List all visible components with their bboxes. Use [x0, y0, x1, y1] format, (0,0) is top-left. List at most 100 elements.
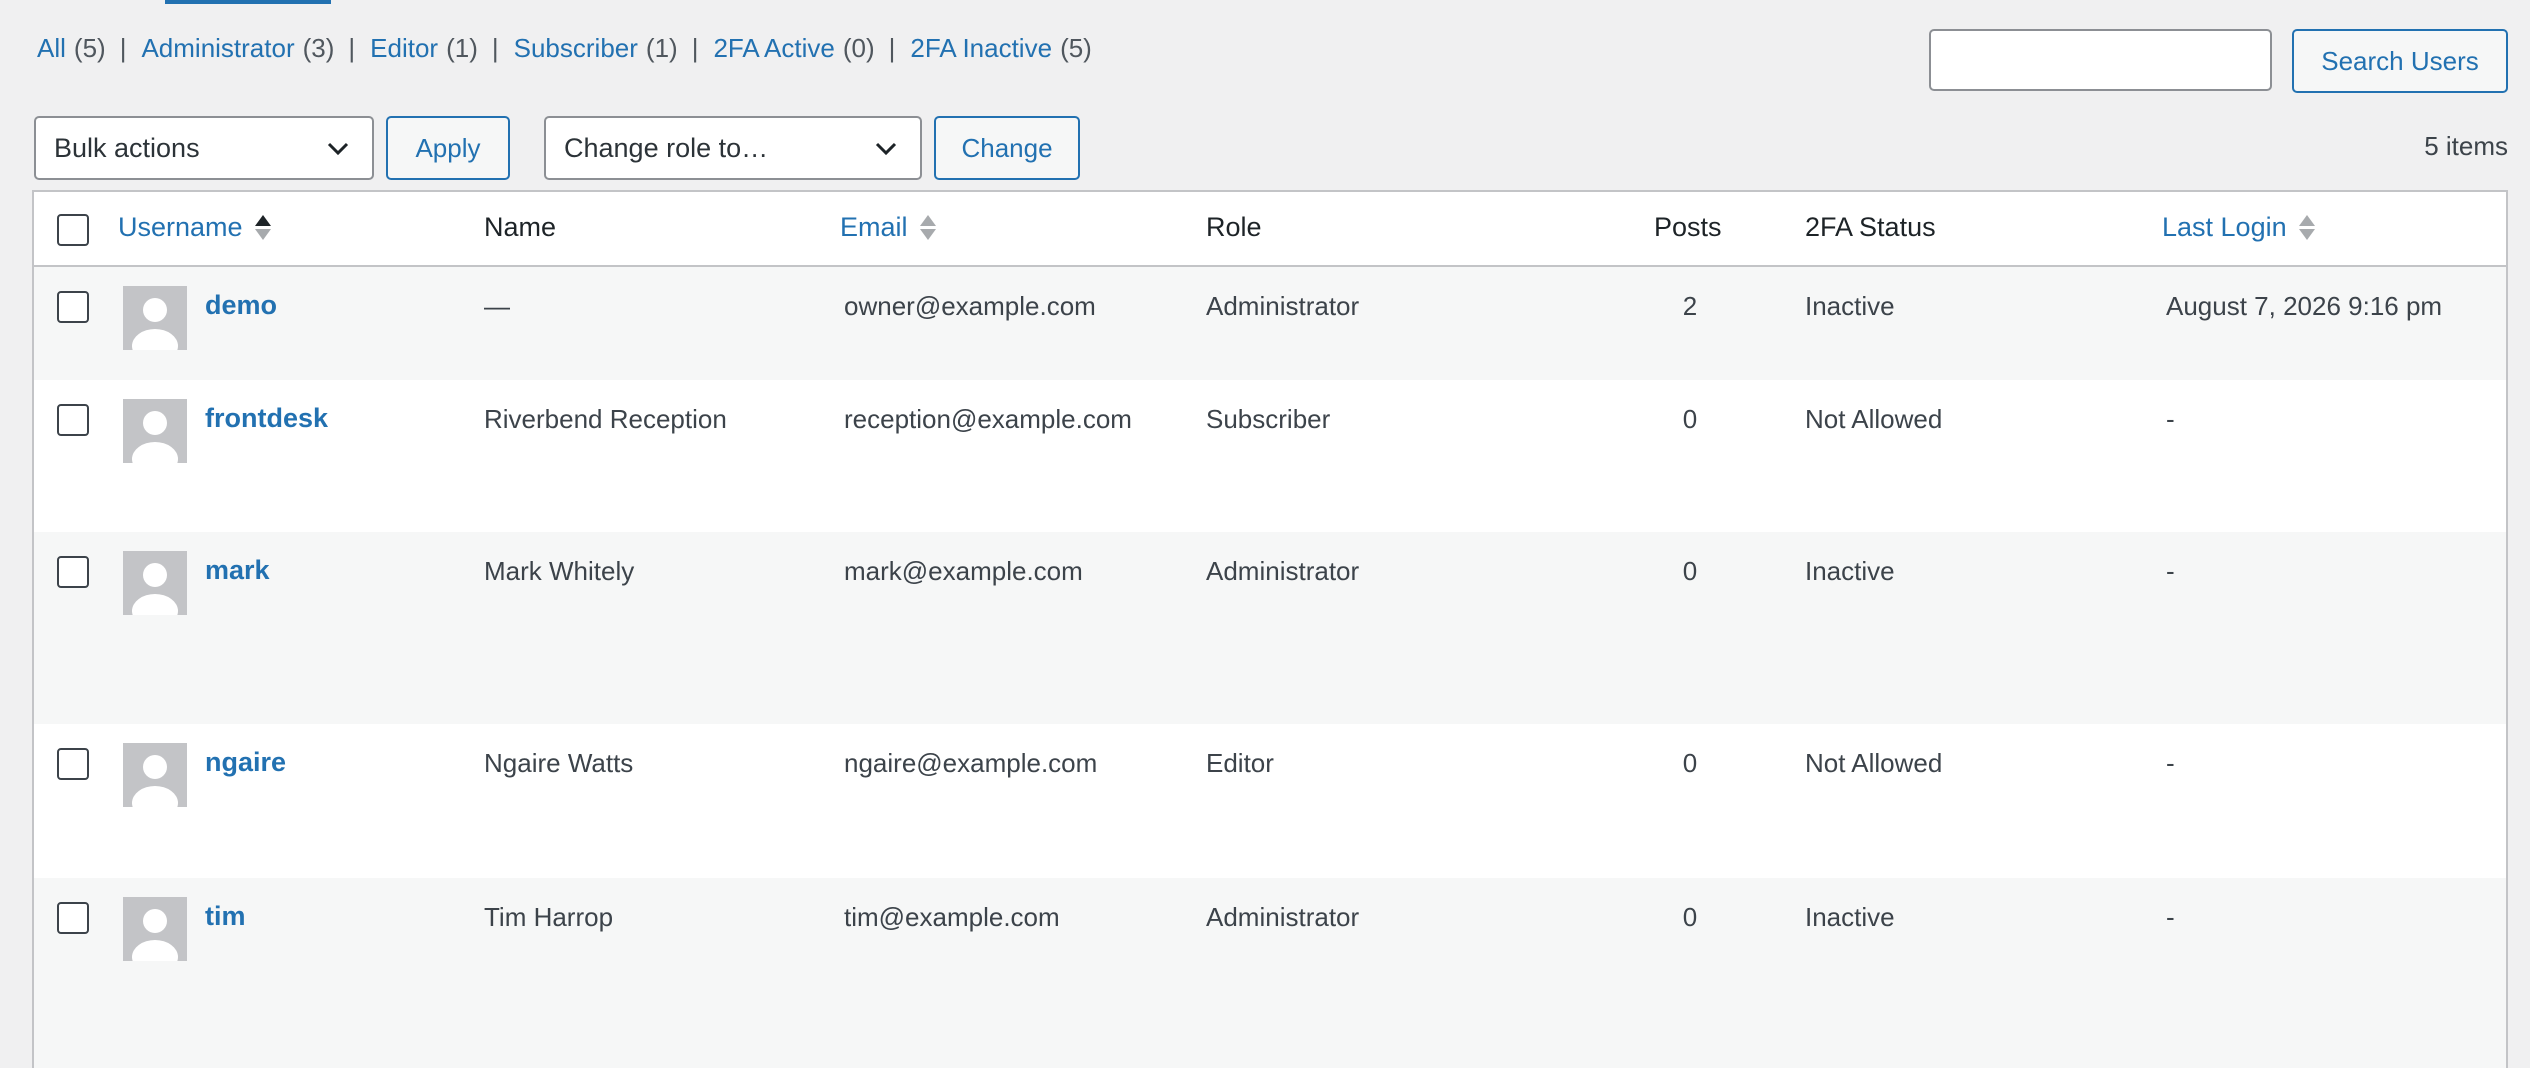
filter-separator: | [348, 33, 356, 63]
filter-all-link[interactable]: All [37, 33, 66, 64]
user-name: Tim Harrop [484, 902, 614, 932]
user-2fa-status: Inactive [1805, 902, 1895, 932]
user-role: Subscriber [1206, 404, 1331, 434]
filter-2fa-inactive-count: (5) [1060, 33, 1092, 63]
user-role: Administrator [1206, 556, 1360, 586]
username-column-label: Username [118, 212, 243, 242]
user-last-login: - [2166, 556, 2175, 586]
2fa-status-column-header: 2FA Status [1805, 212, 1936, 242]
avatar [123, 743, 187, 807]
user-posts: 0 [1682, 902, 1698, 932]
select-all-checkbox[interactable] [57, 214, 89, 246]
table-row: mark Mark Whitely mark@example.com Admin… [34, 532, 2506, 724]
filter-2fa-active-link[interactable]: 2FA Active [713, 33, 834, 64]
user-email-link[interactable]: owner@example.com [844, 291, 1096, 322]
user-name: Mark Whitely [484, 556, 635, 586]
filter-editor: Editor (1) | [370, 33, 513, 64]
user-posts-link[interactable]: 2 [1642, 291, 1738, 322]
user-name: — [484, 291, 510, 321]
filter-administrator: Administrator (3) | [141, 33, 370, 64]
avatar [123, 551, 187, 615]
user-email-link[interactable]: mark@example.com [844, 556, 1083, 587]
posts-column-header: Posts [1654, 212, 1722, 242]
filter-administrator-link[interactable]: Administrator [141, 33, 294, 64]
username-column-header[interactable]: Username [118, 212, 271, 243]
search-users-button[interactable]: Search Users [2292, 29, 2508, 93]
filter-administrator-count: (3) [302, 33, 335, 63]
default-avatar-icon [132, 909, 178, 961]
name-column-header: Name [484, 212, 557, 242]
user-role: Administrator [1206, 902, 1360, 932]
table-row: ngaire Ngaire Watts ngaire@example.com E… [34, 724, 2506, 878]
username-link[interactable]: frontdesk [205, 403, 328, 434]
user-name: Ngaire Watts [484, 748, 634, 778]
chevron-down-icon [875, 142, 897, 156]
email-column-label: Email [840, 212, 908, 242]
avatar [123, 897, 187, 961]
user-email-link[interactable]: reception@example.com [844, 404, 1132, 435]
user-email-link[interactable]: tim@example.com [844, 902, 1060, 933]
username-link[interactable]: mark [205, 555, 270, 586]
row-checkbox[interactable] [57, 748, 89, 780]
user-last-login: - [2166, 404, 2175, 434]
change-role-selected: Change role to… [564, 132, 769, 163]
items-count: 5 items [2424, 131, 2508, 161]
table-row: demo — owner@example.com Administrator 2… [34, 267, 2506, 380]
role-column-header: Role [1206, 212, 1262, 242]
row-checkbox[interactable] [57, 404, 89, 436]
filter-2fa-active: 2FA Active (0) | [713, 33, 910, 64]
chevron-down-icon [327, 142, 349, 156]
filter-editor-link[interactable]: Editor [370, 33, 438, 64]
user-email-link[interactable]: ngaire@example.com [844, 748, 1097, 779]
table-row: frontdesk Riverbend Reception reception@… [34, 380, 2506, 532]
avatar [123, 399, 187, 463]
user-2fa-status: Not Allowed [1805, 748, 1943, 778]
filter-subscriber-count: (1) [645, 33, 678, 63]
change-role-select[interactable]: Change role to… [544, 116, 922, 180]
sort-icon [919, 215, 936, 240]
user-last-login: - [2166, 902, 2175, 932]
filter-all-count: (5) [73, 33, 106, 63]
email-column-header[interactable]: Email [840, 212, 936, 243]
filter-subscriber: Subscriber (1) | [514, 33, 714, 64]
filter-separator: | [119, 33, 127, 63]
search-users-input[interactable] [1929, 29, 2272, 91]
table-row: tim Tim Harrop tim@example.com Administr… [34, 878, 2506, 1068]
table-header: Username Name Email Role Posts 2FA Statu… [34, 192, 2506, 267]
filter-separator: | [691, 33, 699, 63]
user-posts: 0 [1682, 556, 1698, 586]
last-login-column-header[interactable]: Last Login [2162, 212, 2315, 243]
active-tab-indicator [165, 0, 331, 4]
filter-2fa-inactive-link[interactable]: 2FA Inactive [910, 33, 1052, 64]
bulk-actions-selected: Bulk actions [54, 132, 200, 163]
row-checkbox[interactable] [57, 291, 89, 323]
bulk-actions-select[interactable]: Bulk actions [34, 116, 374, 180]
apply-button[interactable]: Apply [386, 116, 510, 180]
filter-subscriber-link[interactable]: Subscriber [514, 33, 638, 64]
filter-2fa-active-count: (0) [842, 33, 875, 63]
user-posts: 0 [1682, 748, 1698, 778]
username-link[interactable]: demo [205, 290, 277, 321]
user-role: Editor [1206, 748, 1274, 778]
filter-editor-count: (1) [446, 33, 478, 63]
user-2fa-status: Not Allowed [1805, 404, 1943, 434]
change-role-button[interactable]: Change [934, 116, 1080, 180]
filter-separator: | [491, 33, 499, 63]
filter-separator: | [888, 33, 896, 63]
row-checkbox[interactable] [57, 902, 89, 934]
default-avatar-icon [132, 298, 178, 350]
user-posts: 0 [1682, 404, 1698, 434]
sort-icon [2298, 215, 2315, 240]
default-avatar-icon [132, 411, 178, 463]
username-link[interactable]: ngaire [205, 747, 286, 778]
default-avatar-icon [132, 563, 178, 615]
filter-2fa-inactive: 2FA Inactive (5) [910, 33, 1091, 64]
role-filter-links: All (5) | Administrator (3) | Editor (1) | Sub… [37, 33, 1092, 64]
default-avatar-icon [132, 755, 178, 807]
filter-all: All (5) | [37, 33, 141, 64]
user-role: Administrator [1206, 291, 1360, 321]
username-link[interactable]: tim [205, 901, 246, 932]
row-checkbox[interactable] [57, 556, 89, 588]
user-name: Riverbend Reception [484, 404, 727, 434]
user-2fa-status: Inactive [1805, 556, 1895, 586]
